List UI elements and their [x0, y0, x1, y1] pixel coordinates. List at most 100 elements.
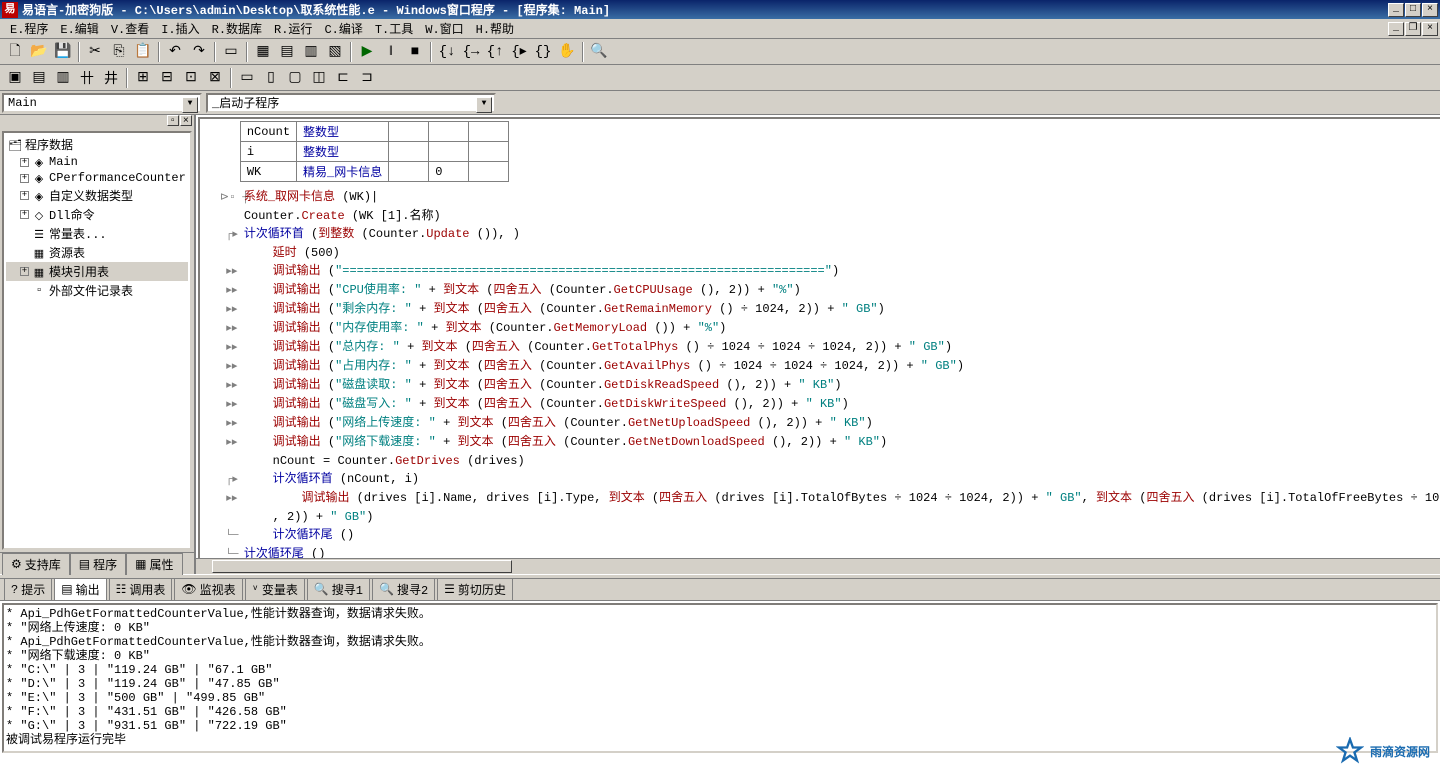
- mdi-close-button[interactable]: ×: [1422, 22, 1438, 36]
- t2-11-icon[interactable]: ▯: [260, 67, 282, 89]
- redo-icon[interactable]: ↷: [188, 41, 210, 63]
- table-row[interactable]: WK精易_网卡信息0: [240, 162, 508, 182]
- undo-icon[interactable]: ↶: [164, 41, 186, 63]
- t2-1-icon[interactable]: ▣: [4, 67, 26, 89]
- tree-item[interactable]: +◇Dll命令: [6, 205, 188, 224]
- open-icon[interactable]: 📂: [28, 41, 50, 63]
- menu-window[interactable]: W.窗口: [419, 18, 469, 39]
- t2-2-icon[interactable]: ▤: [28, 67, 50, 89]
- project-tree[interactable]: 🗂程序数据 +◈Main +◈CPerformanceCounter +◈自定义…: [2, 131, 192, 550]
- tree-item[interactable]: ☰常量表...: [6, 224, 188, 243]
- tab-hint[interactable]: ?提示: [4, 578, 52, 601]
- tree-item[interactable]: +◈Main: [6, 154, 188, 170]
- t2-12-icon[interactable]: ▢: [284, 67, 306, 89]
- step-out-icon[interactable]: {↑: [484, 41, 506, 63]
- resource-icon: ▦: [32, 247, 46, 259]
- paste-icon[interactable]: 📋: [132, 41, 154, 63]
- t2-3-icon[interactable]: ▥: [52, 67, 74, 89]
- run-to-icon[interactable]: {▸: [508, 41, 530, 63]
- t2-13-icon[interactable]: ◫: [308, 67, 330, 89]
- expander-icon[interactable]: +: [20, 158, 29, 167]
- menu-program[interactable]: E.程序: [4, 18, 54, 39]
- class-combo[interactable]: Main: [2, 93, 202, 113]
- breakpoint-icon[interactable]: {}: [532, 41, 554, 63]
- t2-15-icon[interactable]: ⊐: [356, 67, 378, 89]
- tree-item-selected[interactable]: +▦模块引用表: [6, 262, 188, 281]
- tab-support[interactable]: ⚙支持库: [2, 553, 70, 575]
- code-editor[interactable]: nCount整数型 i整数型 WK精易_网卡信息0 ⊳▫ ┼系统_取网卡信息 (…: [196, 115, 1440, 574]
- t2-8-icon[interactable]: ⊡: [180, 67, 202, 89]
- maximize-button[interactable]: □: [1405, 3, 1421, 17]
- variable-table[interactable]: nCount整数型 i整数型 WK精易_网卡信息0: [240, 121, 509, 182]
- table-row[interactable]: i整数型: [240, 142, 508, 162]
- menu-insert[interactable]: I.插入: [155, 18, 205, 39]
- menu-help[interactable]: H.帮助: [470, 18, 520, 39]
- menu-database[interactable]: R.数据库: [206, 18, 268, 39]
- table-row[interactable]: nCount整数型: [240, 122, 508, 142]
- save-icon[interactable]: 💾: [52, 41, 74, 63]
- tab-cliphistory[interactable]: ☰剪切历史: [437, 578, 513, 601]
- expander-icon[interactable]: +: [20, 267, 29, 276]
- step-over-icon[interactable]: {→: [460, 41, 482, 63]
- find-icon[interactable]: 🔍: [588, 41, 610, 63]
- tab-search2[interactable]: 🔍搜寻2: [372, 578, 435, 601]
- cut-icon[interactable]: ✂: [84, 41, 106, 63]
- menu-view[interactable]: V.查看: [105, 18, 155, 39]
- output-panel[interactable]: * Api_PdhGetFormattedCounterValue,性能计数器查…: [2, 603, 1438, 753]
- menu-edit[interactable]: E.编辑: [54, 18, 104, 39]
- form3-icon[interactable]: ▥: [300, 41, 322, 63]
- method-combo[interactable]: _启动子程序: [206, 93, 496, 113]
- mdi-minimize-button[interactable]: _: [1388, 22, 1404, 36]
- t2-9-icon[interactable]: ⊠: [204, 67, 226, 89]
- stop-icon[interactable]: ■: [404, 41, 426, 63]
- stack-icon: ☷: [116, 582, 127, 597]
- expander-icon[interactable]: +: [20, 191, 29, 200]
- tab-property[interactable]: ▦属性: [126, 553, 182, 575]
- hint-icon: ?: [11, 583, 18, 597]
- t2-5-icon[interactable]: 井: [100, 67, 122, 89]
- t2-7-icon[interactable]: ⊟: [156, 67, 178, 89]
- tree-item[interactable]: +◈CPerformanceCounter: [6, 170, 188, 186]
- tab-program[interactable]: ▤程序: [70, 553, 126, 575]
- tree-root[interactable]: 🗂程序数据: [6, 135, 188, 154]
- tab-output[interactable]: ▤输出: [54, 578, 106, 601]
- tree-item[interactable]: ▫外部文件记录表: [6, 281, 188, 300]
- pause-icon[interactable]: ‖: [380, 41, 402, 63]
- search-icon: 🔍: [379, 582, 394, 597]
- step-into-icon[interactable]: {↓: [436, 41, 458, 63]
- tab-callstack[interactable]: ☷调用表: [109, 578, 173, 601]
- run-icon[interactable]: ▶: [356, 41, 378, 63]
- t2-4-icon[interactable]: 卄: [76, 67, 98, 89]
- hand-icon[interactable]: ✋: [556, 41, 578, 63]
- module-icon: ◈: [32, 156, 46, 168]
- mdi-restore-button[interactable]: ❐: [1405, 22, 1421, 36]
- titlebar: 易 易语言-加密狗版 - C:\Users\admin\Desktop\取系统性…: [0, 0, 1440, 19]
- minimize-button[interactable]: _: [1388, 3, 1404, 17]
- copy-icon[interactable]: ⎘: [108, 41, 130, 63]
- t2-14-icon[interactable]: ⊏: [332, 67, 354, 89]
- tree-item[interactable]: +◈自定义数据类型: [6, 186, 188, 205]
- panel-close-icon[interactable]: ×: [180, 115, 192, 126]
- menu-tools[interactable]: T.工具: [369, 18, 419, 39]
- menu-run[interactable]: R.运行: [268, 18, 318, 39]
- form2-icon[interactable]: ▤: [276, 41, 298, 63]
- t2-10-icon[interactable]: ▭: [236, 67, 258, 89]
- form4-icon[interactable]: ▧: [324, 41, 346, 63]
- tab-watch[interactable]: 👁监视表: [174, 578, 242, 601]
- tab-vars[interactable]: ᵛ变量表: [245, 578, 305, 601]
- expander-icon[interactable]: +: [20, 210, 29, 219]
- close-button[interactable]: ×: [1422, 3, 1438, 17]
- new-icon[interactable]: 🗋: [4, 41, 26, 63]
- workspace: ▫ × 🗂程序数据 +◈Main +◈CPerformanceCounter +…: [0, 115, 1440, 574]
- horizontal-scrollbar[interactable]: [196, 558, 1440, 574]
- window-icon[interactable]: ▭: [220, 41, 242, 63]
- code-body[interactable]: ⊳▫ ┼系统_取网卡信息 (WK)|Counter.Create (WK [1]…: [200, 188, 1440, 572]
- expander-icon[interactable]: +: [20, 174, 29, 183]
- tree-item[interactable]: ▦资源表: [6, 243, 188, 262]
- panel-dock-icon[interactable]: ▫: [167, 115, 179, 126]
- tab-search1[interactable]: 🔍搜寻1: [307, 578, 370, 601]
- menu-compile[interactable]: C.编译: [318, 18, 368, 39]
- t2-6-icon[interactable]: ⊞: [132, 67, 154, 89]
- form1-icon[interactable]: ▦: [252, 41, 274, 63]
- toolbar-main: 🗋 📂 💾 ✂ ⎘ 📋 ↶ ↷ ▭ ▦ ▤ ▥ ▧ ▶ ‖ ■ {↓ {→ {↑…: [0, 39, 1440, 65]
